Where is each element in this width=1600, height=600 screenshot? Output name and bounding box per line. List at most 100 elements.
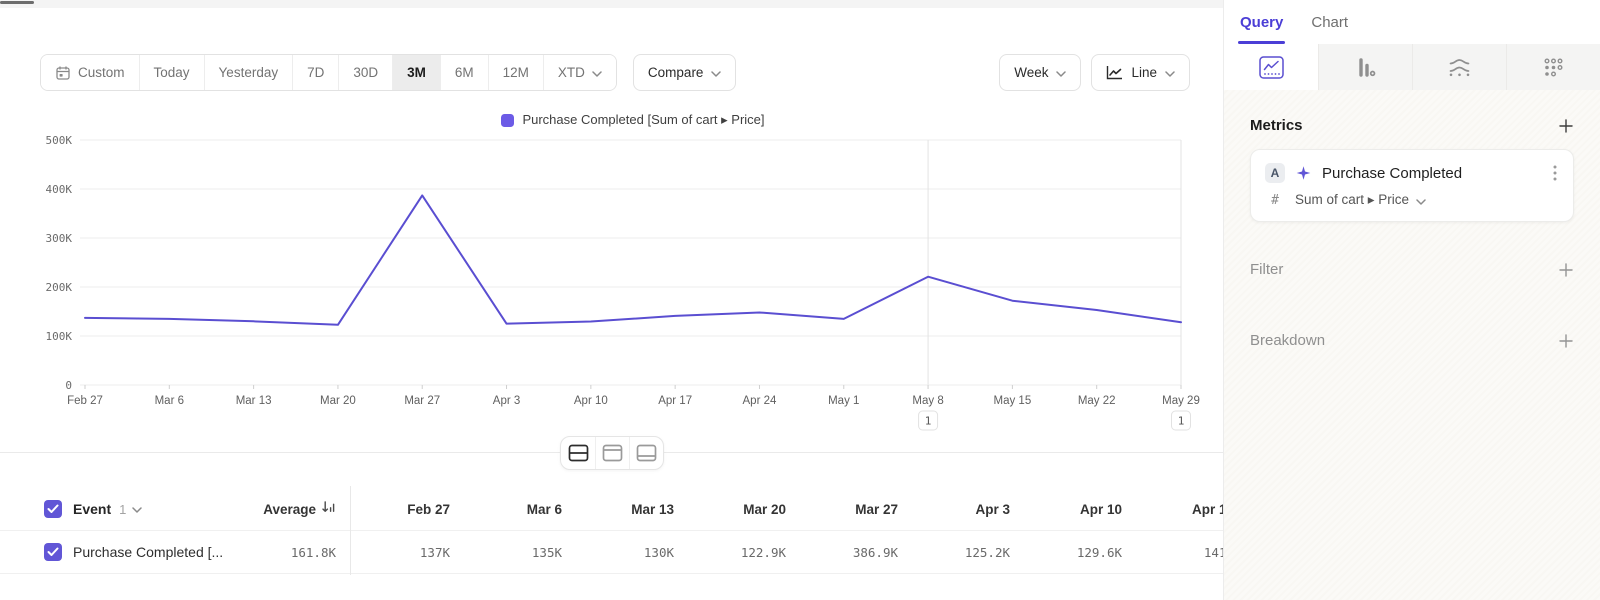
table-cell-value: 135K bbox=[462, 545, 574, 560]
date-column-header[interactable]: Feb 27 bbox=[350, 502, 462, 517]
chart-type-label: Line bbox=[1131, 65, 1157, 80]
tab-chart[interactable]: Chart bbox=[1311, 0, 1348, 44]
date-column-header[interactable]: Mar 27 bbox=[798, 502, 910, 517]
chart-type-tab-flows[interactable] bbox=[1412, 44, 1506, 90]
range-button-xtd[interactable]: XTD bbox=[544, 55, 616, 90]
average-column-header[interactable]: Average bbox=[250, 500, 350, 519]
range-label: 30D bbox=[353, 65, 378, 80]
range-button-30d[interactable]: 30D bbox=[339, 55, 393, 90]
x-axis-tick-label: Feb 27 bbox=[67, 395, 103, 407]
range-button-3m[interactable]: 3M bbox=[393, 55, 441, 90]
numeric-type-icon: # bbox=[1265, 193, 1285, 208]
insights-line-icon bbox=[1259, 56, 1284, 79]
date-range-toolbar: CustomToday Yesterday 7D 30D 3M 6M 12MXTD Comp… bbox=[40, 54, 1190, 91]
flows-icon bbox=[1447, 57, 1472, 78]
range-label: 6M bbox=[455, 65, 474, 80]
funnel-bars-icon bbox=[1354, 56, 1377, 79]
x-axis-tick-label: Apr 3 bbox=[493, 395, 521, 407]
event-count: 1 bbox=[119, 502, 126, 517]
x-axis-tick-label: Mar 20 bbox=[320, 395, 356, 407]
x-axis-tick-label: Apr 24 bbox=[743, 395, 777, 407]
range-label: Yesterday bbox=[219, 65, 279, 80]
series-line-purchase-completed[interactable] bbox=[85, 195, 1181, 324]
legend-swatch bbox=[501, 114, 514, 127]
line-chart[interactable]: 0100K200K300K400K500K11Feb 27Mar 6Mar 13… bbox=[0, 130, 1223, 440]
calendar-icon bbox=[55, 65, 71, 81]
select-all-checkbox[interactable] bbox=[44, 500, 62, 518]
y-axis-tick-label: 400K bbox=[46, 183, 73, 196]
kebab-menu-icon[interactable] bbox=[1551, 163, 1559, 183]
chart-type-tab-funnel-bars[interactable] bbox=[1318, 44, 1412, 90]
event-sparkle-icon bbox=[1295, 165, 1312, 182]
table-view-button[interactable] bbox=[629, 437, 663, 469]
report-main-area: CustomToday Yesterday 7D 30D 3M 6M 12MXTD Comp… bbox=[0, 0, 1223, 600]
metrics-section-title: Metrics bbox=[1250, 117, 1303, 134]
table-header-row: Event 1 Average Feb 27Mar 6Mar 13Mar 20M… bbox=[0, 488, 1223, 531]
chart-view-button[interactable] bbox=[595, 437, 629, 469]
row-series-name: Purchase Completed [... bbox=[73, 544, 223, 560]
results-table: Event 1 Average Feb 27Mar 6Mar 13Mar 20M… bbox=[0, 488, 1223, 574]
chart-type-tab-retention-grid[interactable] bbox=[1506, 44, 1600, 90]
range-button-12m[interactable]: 12M bbox=[489, 55, 544, 90]
interval-week-button[interactable]: Week bbox=[999, 54, 1081, 91]
table-cell-value: 141K bbox=[1134, 545, 1223, 560]
metric-letter-badge: A bbox=[1265, 163, 1285, 183]
metric-property-dropdown[interactable]: Sum of cart ▸ Price bbox=[1295, 192, 1426, 208]
split-view-button[interactable] bbox=[561, 437, 595, 469]
table-cell-value: 125.2K bbox=[910, 545, 1022, 560]
x-axis-tick-label: May 29 bbox=[1162, 395, 1200, 407]
date-column-header[interactable]: Mar 20 bbox=[686, 502, 798, 517]
table-cell-value: 129.6K bbox=[1022, 545, 1134, 560]
metric-card[interactable]: A Purchase Completed # Sum of cart ▸ Pri… bbox=[1250, 149, 1574, 222]
row-checkbox[interactable] bbox=[44, 543, 62, 561]
range-button-yesterday[interactable]: Yesterday bbox=[205, 55, 294, 90]
top-scrollbar-track[interactable] bbox=[0, 0, 1223, 8]
add-filter-button[interactable] bbox=[1558, 262, 1574, 278]
chart-type-tab-insights-line[interactable] bbox=[1224, 44, 1318, 90]
retention-grid-icon bbox=[1542, 56, 1565, 79]
compare-button[interactable]: Compare bbox=[633, 54, 737, 91]
date-column-header[interactable]: Apr 10 bbox=[1022, 502, 1134, 517]
date-column-header[interactable]: Mar 6 bbox=[462, 502, 574, 517]
range-label: 3M bbox=[407, 65, 426, 80]
split-view-icon bbox=[568, 444, 589, 462]
range-button-6m[interactable]: 6M bbox=[441, 55, 489, 90]
y-axis-tick-label: 200K bbox=[46, 281, 73, 294]
plus-icon bbox=[1558, 118, 1574, 134]
range-button-today[interactable]: Today bbox=[140, 55, 205, 90]
range-label: 7D bbox=[307, 65, 324, 80]
plus-icon bbox=[1558, 262, 1574, 278]
annotation-count: 1 bbox=[1178, 415, 1185, 428]
table-row: Purchase Completed [... 161.8K 137K135K1… bbox=[0, 531, 1223, 574]
table-column-divider bbox=[350, 486, 351, 575]
date-column-header[interactable]: Apr 3 bbox=[910, 502, 1022, 517]
plus-icon bbox=[1558, 333, 1574, 349]
add-metric-button[interactable] bbox=[1558, 118, 1574, 134]
table-cell-value: 386.9K bbox=[798, 545, 910, 560]
chart-type-line-button[interactable]: Line bbox=[1091, 54, 1190, 91]
chart-legend[interactable]: Purchase Completed [Sum of cart ▸ Price] bbox=[85, 112, 1181, 128]
date-column-header[interactable]: Apr 17 bbox=[1134, 502, 1223, 517]
date-range-segmented-control: CustomToday Yesterday 7D 30D 3M 6M 12MXTD bbox=[40, 54, 617, 91]
date-column-header[interactable]: Mar 13 bbox=[574, 502, 686, 517]
x-axis-tick-label: Apr 10 bbox=[574, 395, 608, 407]
chevron-down-icon bbox=[592, 65, 602, 80]
event-header-dropdown[interactable]: Event 1 bbox=[73, 500, 142, 518]
range-button-7d[interactable]: 7D bbox=[293, 55, 339, 90]
metric-property-label: Sum of cart ▸ Price bbox=[1295, 192, 1409, 208]
sort-icon[interactable] bbox=[321, 500, 336, 519]
metric-name: Purchase Completed bbox=[1322, 165, 1541, 182]
table-cell-value: 137K bbox=[350, 545, 462, 560]
top-scrollbar-thumb[interactable] bbox=[0, 1, 34, 4]
compare-label: Compare bbox=[648, 65, 704, 80]
add-breakdown-button[interactable] bbox=[1558, 333, 1574, 349]
tab-query[interactable]: Query bbox=[1240, 0, 1283, 44]
table-view-icon bbox=[636, 444, 657, 462]
x-axis-tick-label: Apr 17 bbox=[658, 395, 692, 407]
y-axis-tick-label: 100K bbox=[46, 330, 73, 343]
tab-query-label: Query bbox=[1240, 14, 1283, 31]
range-button-custom[interactable]: Custom bbox=[41, 55, 140, 90]
chevron-down-icon bbox=[1165, 65, 1175, 80]
chevron-down-icon bbox=[132, 500, 142, 518]
x-axis-tick-label: May 22 bbox=[1078, 395, 1116, 407]
